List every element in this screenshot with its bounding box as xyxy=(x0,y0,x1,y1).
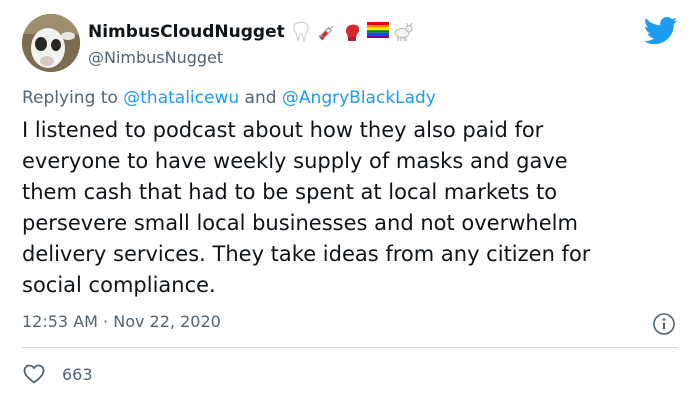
tweet-line: I listened to podcast about how they als… xyxy=(22,118,544,142)
tweet-line: them cash that had to be spent at local … xyxy=(22,180,558,204)
user-handle[interactable]: @NimbusNugget xyxy=(88,48,223,67)
replying-conjunction: and xyxy=(244,88,277,108)
divider xyxy=(22,347,678,348)
syringe-icon xyxy=(317,22,339,42)
tweet-line: everyone to have weekly supply of masks … xyxy=(22,149,568,173)
mention-link-1[interactable]: @thatalicewu xyxy=(123,88,239,108)
tweet-line: persevere small local businesses and not… xyxy=(22,211,578,235)
tweet-time[interactable]: 12:53 AM xyxy=(22,312,98,331)
tweet-date[interactable]: Nov 22, 2020 xyxy=(113,312,221,331)
tweet-line: delivery services. They take ideas from … xyxy=(22,242,591,266)
timestamp-separator: · xyxy=(103,312,109,331)
rainbow-flag-icon xyxy=(367,22,389,42)
twitter-bird-icon[interactable] xyxy=(643,16,678,46)
mention-link-2[interactable]: @AngryBlackLady xyxy=(282,88,436,108)
tweet-text: I listened to podcast about how they als… xyxy=(22,115,692,301)
name-emoji-group xyxy=(292,22,414,43)
goat-icon xyxy=(392,22,414,42)
tooth-icon xyxy=(292,22,314,43)
heart-icon[interactable] xyxy=(22,362,46,386)
replying-to: Replying to @thatalicewu and @AngryBlack… xyxy=(22,88,436,108)
info-icon[interactable] xyxy=(652,312,676,336)
like-count: 663 xyxy=(62,364,93,384)
like-action[interactable]: 663 xyxy=(22,362,93,386)
boxing-glove-icon xyxy=(342,22,364,42)
replying-prefix: Replying to xyxy=(22,88,118,108)
display-name[interactable]: NimbusCloudNugget xyxy=(88,22,285,42)
tweet-card: NimbusCloudNugget @NimbusNugget Replying… xyxy=(0,0,700,402)
tweet-line: social compliance. xyxy=(22,273,216,297)
avatar[interactable] xyxy=(22,14,80,72)
timestamp[interactable]: 12:53 AM · Nov 22, 2020 xyxy=(22,312,221,331)
